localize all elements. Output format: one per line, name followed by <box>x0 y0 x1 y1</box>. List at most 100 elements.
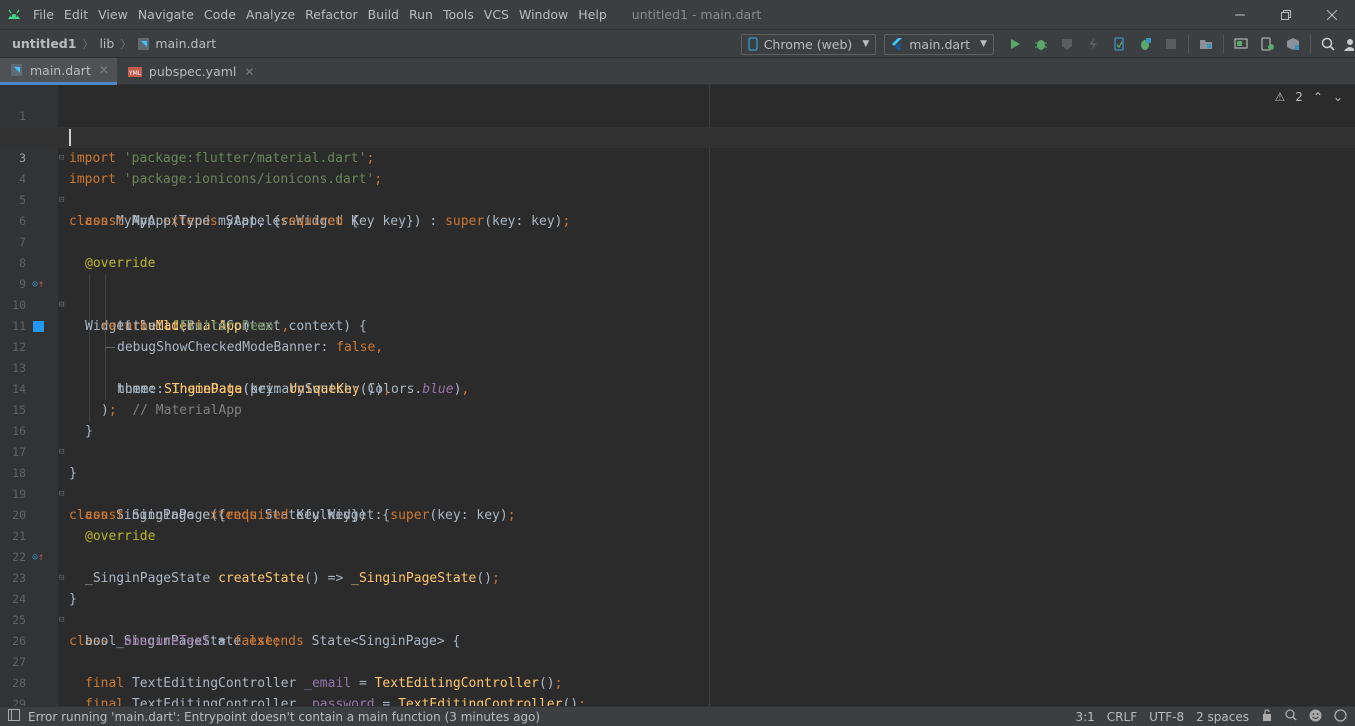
close-tab-icon[interactable]: ✕ <box>99 63 109 77</box>
search-icon[interactable] <box>1315 31 1341 57</box>
tab-label: main.dart <box>30 62 91 78</box>
code-line: 26 <box>0 610 1355 648</box>
android-studio-logo-icon <box>0 0 28 29</box>
device-selector-label: Chrome (web) <box>763 36 853 52</box>
avd-manager-icon[interactable] <box>1254 31 1280 57</box>
code-line: 6 <box>0 190 1355 228</box>
window-controls <box>1217 0 1355 29</box>
navigation-bar: untitled1 〉 lib 〉 main.dart Chrome (web)… <box>0 29 1355 58</box>
code-line: 17 <box>0 421 1355 459</box>
menu-run[interactable]: Run <box>404 0 438 29</box>
editor-tabs: main.dart ✕ YML pubspec.yaml ✕ <box>0 58 1355 85</box>
breadcrumb-folder[interactable]: lib <box>99 36 114 51</box>
hot-restart-icon[interactable] <box>1106 31 1132 57</box>
breadcrumb-chevron-icon: 〉 <box>82 37 94 51</box>
close-window-icon[interactable] <box>1309 0 1355 29</box>
device-manager-icon[interactable] <box>1228 31 1254 57</box>
line-ending[interactable]: CRLF <box>1107 710 1137 724</box>
color-swatch-icon[interactable] <box>33 321 44 332</box>
code-line: 7 @override <box>0 211 1355 271</box>
breadcrumb-project[interactable]: untitled1 <box>12 36 76 51</box>
code-line: 2 ⊟ import 'package:ionicons/ionicons.da… <box>0 106 1355 187</box>
toolbar-divider <box>1223 35 1224 53</box>
coverage-icon[interactable] <box>1054 31 1080 57</box>
menu-file[interactable]: File <box>28 0 59 29</box>
status-message[interactable]: Error running 'main.dart': Entrypoint do… <box>28 710 540 724</box>
code-line: 18 ⊟ class SinginPage extends StatefulWi… <box>0 442 1355 523</box>
code-line-current: 3 <box>0 127 1355 165</box>
flutter-icon <box>892 38 903 50</box>
project-structure-icon[interactable] <box>1193 31 1219 57</box>
code-line: 28 final TextEditingController _password… <box>0 652 1355 706</box>
event-log-icon[interactable] <box>1334 708 1347 725</box>
dropdown-arrow-icon: ▼ <box>862 39 870 49</box>
tool-windows-icon[interactable] <box>8 709 20 724</box>
code-line: 8 ⊙↑ ⊟ Widget build(BuildContext context… <box>0 232 1355 334</box>
run-config-selector[interactable]: main.dart ▼ <box>884 33 994 55</box>
code-line: 19 const SinginPage({required Key key}) … <box>0 463 1355 523</box>
toolbar-divider <box>1188 35 1189 53</box>
file-encoding[interactable]: UTF-8 <box>1149 710 1184 724</box>
minimize-icon[interactable] <box>1217 0 1263 29</box>
menu-build[interactable]: Build <box>363 0 404 29</box>
menu-analyze[interactable]: Analyze <box>241 0 300 29</box>
code-line: 20 @override <box>0 484 1355 544</box>
menu-view[interactable]: View <box>93 0 133 29</box>
device-selector[interactable]: Chrome (web) ▼ <box>740 33 877 55</box>
menu-tools[interactable]: Tools <box>438 0 479 29</box>
hot-reload-icon[interactable] <box>1080 31 1106 57</box>
restore-icon[interactable] <box>1263 0 1309 29</box>
toolbar: Chrome (web) ▼ main.dart ▼ <box>740 30 1355 58</box>
code-line: 30 final emailGlobalKey = GlobalKey<Form… <box>0 694 1355 706</box>
menu-help[interactable]: Help <box>573 0 612 29</box>
run-icon[interactable] <box>1002 31 1028 57</box>
dart-file-icon <box>11 64 22 76</box>
menu-window[interactable]: Window <box>514 0 573 29</box>
code-line: 29 <box>0 673 1355 706</box>
menu-bar: File Edit View Navigate Code Analyze Ref… <box>0 0 1355 29</box>
account-icon[interactable] <box>1341 31 1355 57</box>
menu-code[interactable]: Code <box>199 0 241 29</box>
code-line: 12 theme: ThemeData(primarySwatch: Color… <box>0 316 1355 397</box>
dropdown-arrow-icon: ▼ <box>980 39 987 49</box>
window-title: untitled1 - main.dart <box>631 7 762 22</box>
debug-icon[interactable] <box>1028 31 1054 57</box>
menu-vcs[interactable]: VCS <box>479 0 514 29</box>
tab-main-dart[interactable]: main.dart ✕ <box>0 58 117 85</box>
code-line: 22 ⊟ } <box>0 526 1355 607</box>
menu-edit[interactable]: Edit <box>59 0 93 29</box>
code-line: 10 title: 'Flutter Demo', <box>0 274 1355 334</box>
close-tab-icon[interactable]: ✕ <box>244 65 254 79</box>
code-line: 9 ⊟ return MaterialApp( <box>0 253 1355 334</box>
code-line: 5 const MyApp(Type myApp, {required Key … <box>0 169 1355 229</box>
inspection-search-icon[interactable] <box>1285 709 1297 724</box>
tab-label: pubspec.yaml <box>148 64 237 79</box>
indent-setting[interactable]: 2 spaces <box>1196 710 1249 724</box>
code-editor[interactable]: ⚠ 2 ⌃ ⌄ 1 ⊟ import 'package:flutter/mate… <box>0 85 1355 706</box>
breadcrumb-file-label: main.dart <box>155 36 217 51</box>
caret-position[interactable]: 3:1 <box>1075 710 1094 724</box>
code-line: 11 debugShowCheckedModeBanner: false, <box>0 295 1355 355</box>
tab-pubspec-yaml[interactable]: YML pubspec.yaml ✕ <box>117 58 263 85</box>
toolbar-divider <box>1310 35 1311 53</box>
code-line: 14 ); // MaterialApp <box>0 358 1355 418</box>
sdk-manager-icon[interactable] <box>1280 31 1306 57</box>
code-line: 23 <box>0 547 1355 585</box>
status-bar: Error running 'main.dart': Entrypoint do… <box>0 706 1355 726</box>
menu-navigate[interactable]: Navigate <box>133 0 199 29</box>
smiley-icon[interactable] <box>1309 709 1322 725</box>
run-config-label: main.dart <box>909 36 971 52</box>
attach-debugger-icon[interactable] <box>1132 31 1158 57</box>
dart-file-icon <box>138 37 150 50</box>
code-line: 25 bool obscureText = false; <box>0 589 1355 649</box>
code-line: 21 ⊙↑ _SinginPageState createState() => … <box>0 505 1355 586</box>
menu-refactor[interactable]: Refactor <box>300 0 362 29</box>
svg-text:YML: YML <box>128 70 142 77</box>
unlock-icon[interactable] <box>1261 709 1273 724</box>
code-line: 24 ⊟ class _SinginPageState extends Stat… <box>0 568 1355 649</box>
text-caret <box>69 129 71 146</box>
phone-icon <box>748 37 758 51</box>
stop-icon[interactable] <box>1158 31 1184 57</box>
breadcrumb-file[interactable]: main.dart <box>137 36 216 51</box>
code-line: 13 home: SinginPage(key: UniqueKey()), <box>0 337 1355 397</box>
